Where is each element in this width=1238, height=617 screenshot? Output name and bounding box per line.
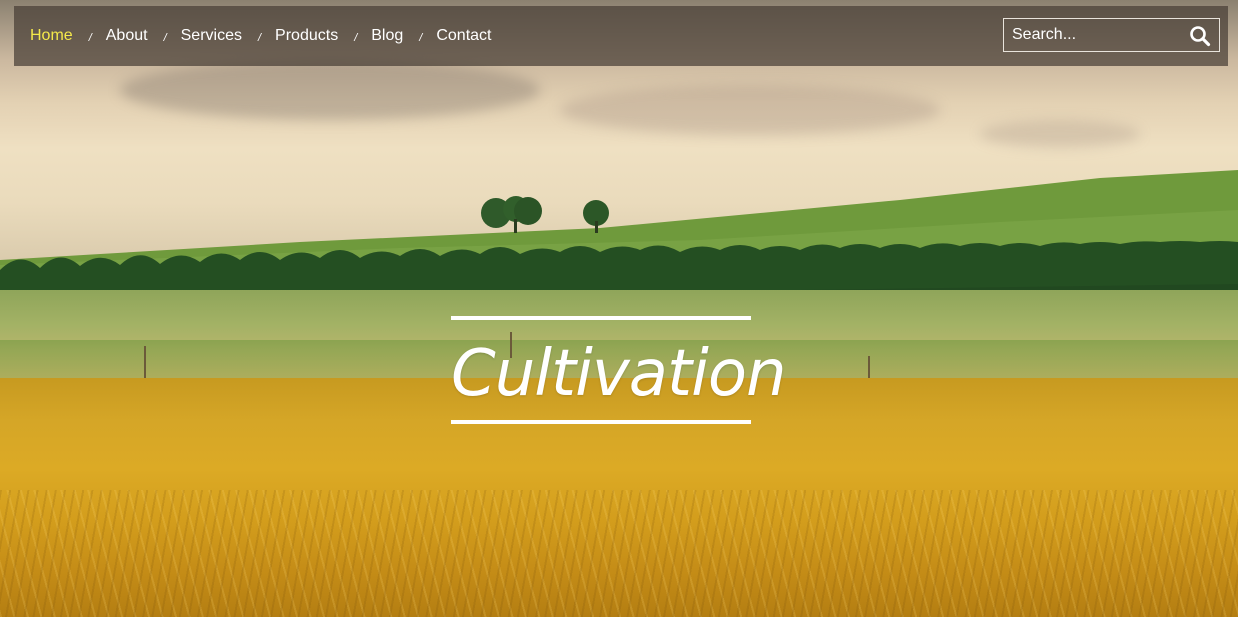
title-bottom-rule [451,420,751,424]
nav-separator: / [88,32,92,44]
nav-separator: / [163,32,167,44]
top-navbar: Home / About / Services / Products / Blo… [14,6,1228,66]
nav-separator: / [354,32,358,44]
hero-title: Cultivation [451,337,787,411]
wheat-texture [0,490,1238,617]
nav-separator: / [419,32,423,44]
search-icon[interactable] [1189,25,1211,47]
nav-item-products: Products / [275,6,371,66]
tree-cluster-icon [481,196,609,233]
nav-item-contact: Contact [436,6,491,66]
nav-item-blog: Blog / [371,6,436,66]
search-box [1003,18,1220,52]
nav-link-services[interactable]: Services [181,6,242,66]
cloud [980,120,1140,148]
nav-item-about: About / [106,6,181,66]
nav-menu: Home / About / Services / Products / Blo… [30,6,491,66]
cloud [560,85,940,135]
nav-link-products[interactable]: Products [275,6,338,66]
nav-item-services: Services / [181,6,275,66]
nav-link-home[interactable]: Home [30,6,73,66]
search-input[interactable] [1004,19,1184,51]
hero-banner: Home / About / Services / Products / Blo… [0,0,1238,617]
cloud [120,60,540,120]
nav-link-contact[interactable]: Contact [436,6,491,66]
nav-item-home: Home / [30,6,106,66]
title-top-rule [451,316,751,320]
nav-link-about[interactable]: About [106,6,148,66]
nav-link-blog[interactable]: Blog [371,6,403,66]
nav-separator: / [257,32,262,44]
fence-post [144,346,146,378]
